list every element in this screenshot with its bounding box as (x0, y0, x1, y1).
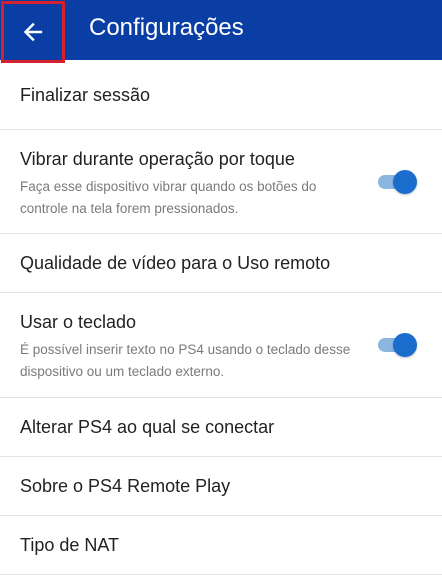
arrow-left-icon (23, 22, 43, 42)
setting-vibrate-description: Faça esse dispositivo vibrar quando os b… (20, 179, 317, 216)
settings-list: Finalizar sessão Vibrar durante operação… (0, 60, 442, 575)
setting-keyboard-description: É possível inserir texto no PS4 usando o… (20, 342, 351, 379)
setting-nat-type[interactable]: Tipo de NAT (0, 516, 442, 575)
page-title: Configurações (89, 14, 244, 41)
app-bar: Configurações (0, 0, 442, 63)
setting-about[interactable]: Sobre o PS4 Remote Play (0, 457, 442, 516)
keyboard-toggle[interactable] (378, 330, 418, 358)
setting-vibrate[interactable]: Vibrar durante operação por toque Faça e… (0, 130, 442, 234)
vibrate-toggle[interactable] (378, 167, 418, 195)
setting-about-label: Sobre o PS4 Remote Play (20, 476, 231, 496)
setting-change-ps4-label: Alterar PS4 ao qual se conectar (20, 417, 275, 437)
setting-video-quality-label: Qualidade de vídeo para o Uso remoto (20, 253, 331, 273)
setting-video-quality[interactable]: Qualidade de vídeo para o Uso remoto (0, 234, 442, 293)
setting-nat-type-label: Tipo de NAT (20, 535, 120, 555)
setting-keyboard[interactable]: Usar o teclado É possível inserir texto … (0, 293, 442, 398)
setting-change-ps4[interactable]: Alterar PS4 ao qual se conectar (0, 398, 442, 457)
setting-logout-label: Finalizar sessão (20, 84, 151, 105)
toggle-thumb (393, 333, 417, 357)
back-button[interactable] (1, 1, 65, 63)
setting-logout[interactable]: Finalizar sessão (0, 60, 442, 130)
toggle-thumb (393, 170, 417, 194)
